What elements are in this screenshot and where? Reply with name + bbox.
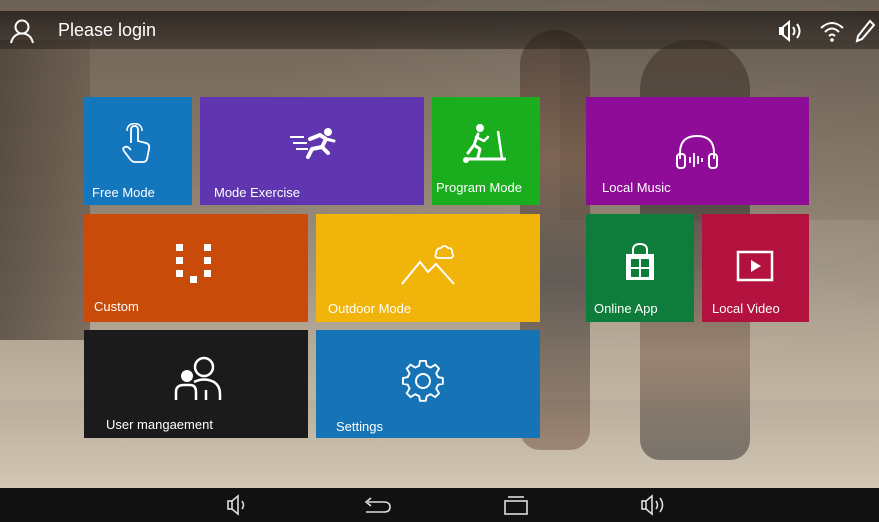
login-prompt[interactable]: Please login [58, 20, 156, 41]
volume-up-icon[interactable] [640, 494, 666, 516]
volume-icon[interactable] [777, 19, 809, 43]
local-video-tile[interactable]: Local Video [702, 214, 809, 322]
navigation-bar [0, 488, 879, 522]
tile-label: Local Video [712, 301, 780, 316]
tile-label: Outdoor Mode [328, 301, 412, 316]
local-music-tile[interactable]: Local Music [586, 97, 809, 205]
gear-icon [402, 360, 444, 407]
home-screen: Please login Free Mode Mode Exercise Pro… [0, 0, 879, 488]
treadmill-icon [460, 123, 512, 170]
play-icon [736, 250, 774, 287]
status-bar: Please login [0, 11, 879, 49]
hand-pointer-icon [117, 122, 157, 170]
tile-label: Program Mode [436, 180, 522, 195]
volume-down-icon[interactable] [226, 494, 252, 516]
mountain-icon [400, 244, 458, 293]
store-icon [624, 242, 656, 287]
user-management-tile[interactable]: User mangaement [84, 330, 308, 438]
user-icon[interactable] [8, 17, 36, 45]
grid-dots-icon [176, 244, 212, 289]
settings-tile[interactable]: Settings [316, 330, 540, 438]
tile-label: Mode Exercise [214, 185, 300, 200]
headphones-icon [674, 133, 720, 176]
program-mode-tile[interactable]: Program Mode [432, 97, 540, 205]
tile-label: Local Music [602, 180, 671, 195]
pen-icon[interactable] [855, 19, 875, 43]
tile-label: Custom [94, 299, 139, 314]
free-mode-tile[interactable]: Free Mode [84, 97, 192, 205]
outdoor-mode-tile[interactable]: Outdoor Mode [316, 214, 540, 322]
status-icons [777, 17, 875, 45]
tile-label: Settings [336, 419, 383, 434]
back-icon[interactable] [362, 494, 391, 516]
users-icon [174, 356, 222, 407]
wifi-icon [819, 19, 845, 43]
runner-icon [288, 125, 338, 166]
custom-tile[interactable]: Custom [84, 214, 308, 322]
mode-exercise-tile[interactable]: Mode Exercise [200, 97, 424, 205]
background-building [0, 40, 90, 340]
online-app-tile[interactable]: Online App [586, 214, 694, 322]
tile-label: Free Mode [92, 185, 155, 200]
tile-label: Online App [594, 301, 658, 316]
recents-icon[interactable] [502, 494, 528, 516]
tile-label: User mangaement [106, 417, 213, 432]
